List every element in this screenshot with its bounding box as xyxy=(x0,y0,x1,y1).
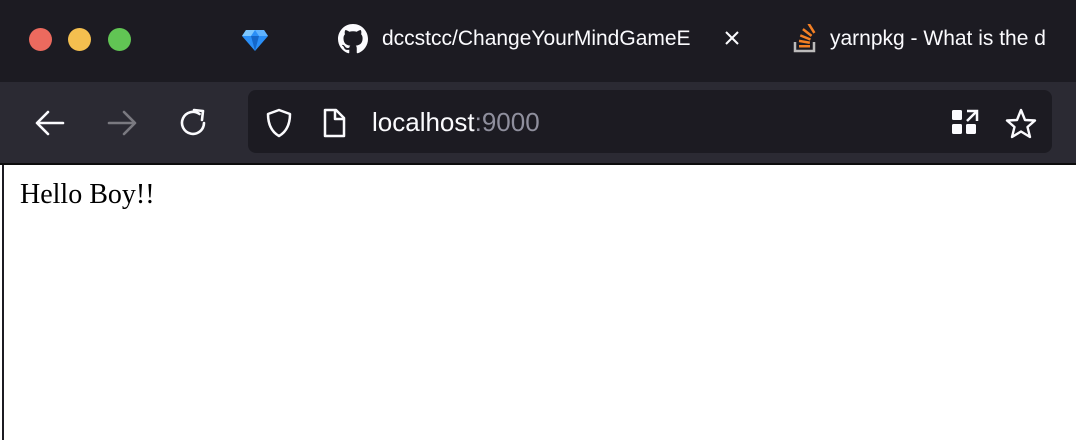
navigation-toolbar: localhost:9000 xyxy=(0,82,1076,163)
reload-icon[interactable] xyxy=(177,106,211,140)
stackoverflow-icon xyxy=(793,24,816,53)
shield-icon[interactable] xyxy=(263,107,295,139)
close-tab-icon[interactable] xyxy=(722,28,742,48)
window-minimize-button[interactable] xyxy=(68,28,91,51)
github-icon xyxy=(338,24,368,54)
page-body-text: Hello Boy!! xyxy=(20,179,155,210)
forward-arrow-icon xyxy=(107,110,137,136)
url-host: localhost xyxy=(372,107,475,137)
tab-strip: dccstcc/ChangeYourMindGameE yarnpkg - Wh… xyxy=(0,0,1076,82)
url-port: :9000 xyxy=(474,107,540,137)
bookmark-star-icon[interactable] xyxy=(1004,107,1038,141)
tab-pinned-diamond[interactable] xyxy=(228,0,282,82)
tab-title: dccstcc/ChangeYourMindGameE xyxy=(382,27,691,50)
extensions-grid-icon[interactable] xyxy=(949,107,981,139)
page-content: Hello Boy!! xyxy=(2,165,1076,440)
url-bar[interactable]: localhost:9000 xyxy=(248,90,1052,153)
url-text[interactable]: localhost:9000 xyxy=(372,107,540,138)
tab-github[interactable]: dccstcc/ChangeYourMindGameE xyxy=(326,0,758,82)
tab-title: yarnpkg - What is the d xyxy=(830,27,1046,50)
back-arrow-icon[interactable] xyxy=(33,106,67,140)
diamond-favicon-icon xyxy=(242,30,268,51)
window-close-button[interactable] xyxy=(29,28,52,51)
tab-stackoverflow[interactable]: yarnpkg - What is the d xyxy=(780,0,1076,82)
page-info-icon[interactable] xyxy=(320,107,348,139)
window-maximize-button[interactable] xyxy=(108,28,131,51)
